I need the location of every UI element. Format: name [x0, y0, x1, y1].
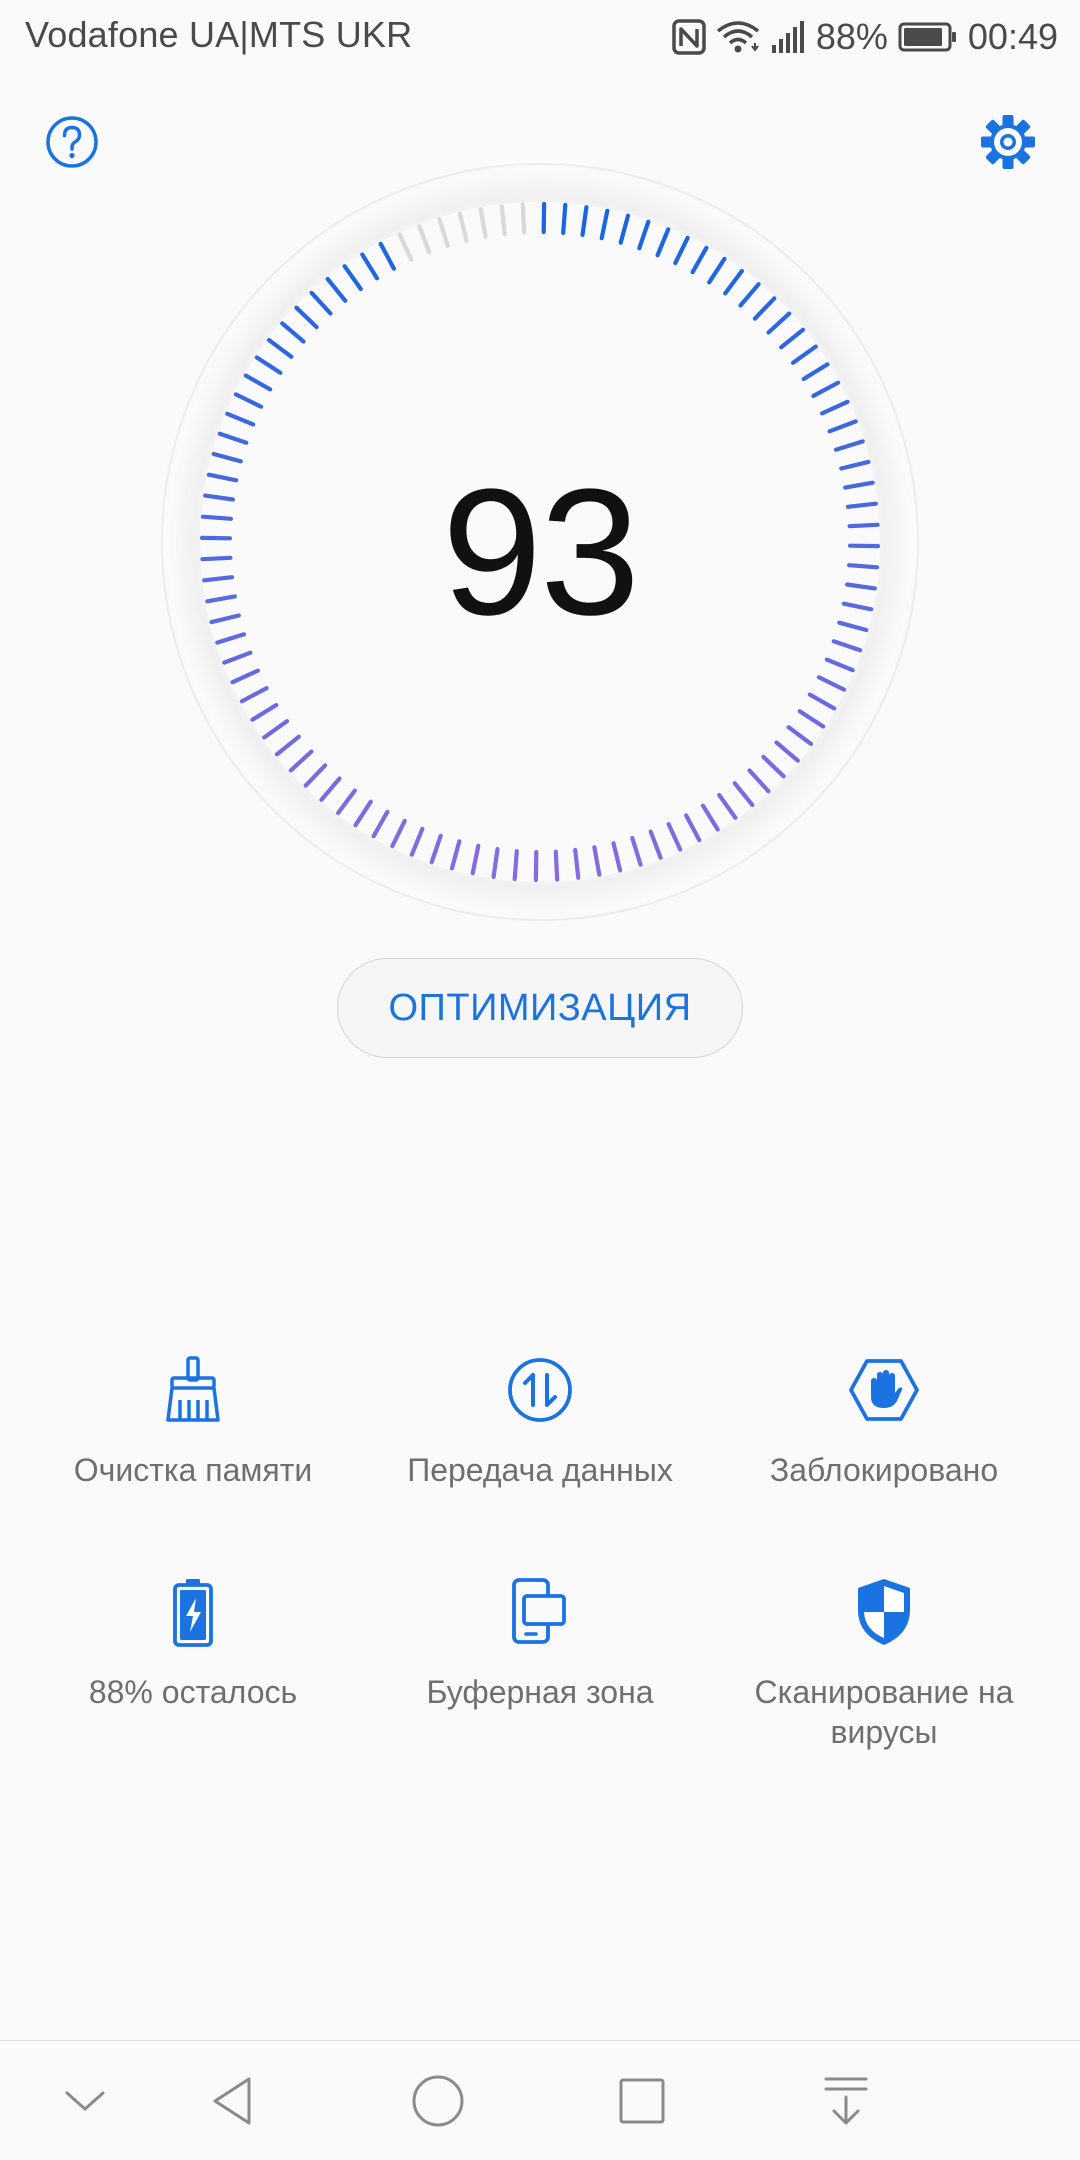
- feature-label: Передача данных: [407, 1452, 673, 1488]
- optimize-button[interactable]: ОПТИМИЗАЦИЯ: [337, 958, 743, 1058]
- nfc-icon: [672, 19, 706, 55]
- navigation-bar: [0, 2040, 1080, 2160]
- feature-label: Буферная зона: [426, 1674, 654, 1710]
- hide-nav-button[interactable]: [45, 2061, 125, 2141]
- data-transfer-icon: [490, 1340, 590, 1440]
- back-button[interactable]: [193, 2061, 273, 2141]
- phone-manager-screen: Vodafone UA|MTS UKR 88% 00:49 93 ОПТИМИЗ…: [0, 0, 1080, 2160]
- feature-blocked[interactable]: Заблокировано: [714, 1340, 1054, 1490]
- status-bar: Vodafone UA|MTS UKR 88% 00:49: [0, 0, 1080, 76]
- virus-scan-shield-icon: [834, 1562, 934, 1662]
- optimization-score: 93: [441, 451, 640, 653]
- broom-icon: [143, 1340, 243, 1440]
- feature-data-transfer[interactable]: Передача данных: [370, 1340, 710, 1490]
- feature-label: Сканирование на вирусы: [754, 1674, 1014, 1750]
- battery-percent: 88%: [815, 16, 888, 57]
- help-icon: [46, 116, 98, 168]
- back-icon: [213, 2077, 251, 2125]
- gear-icon: [981, 115, 1035, 169]
- carrier-name: Vodafone UA|MTS UKR: [25, 14, 413, 55]
- blocked-hand-icon: [834, 1340, 934, 1440]
- wifi-icon: [716, 19, 760, 55]
- feature-buffer-zone[interactable]: Буферная зона: [370, 1562, 710, 1712]
- signal-icon: [770, 19, 806, 55]
- battery-status-icon: [898, 21, 958, 53]
- feature-battery[interactable]: 88% осталось: [23, 1562, 363, 1712]
- chevron-down-icon: [65, 2091, 105, 2111]
- clock: 00:49: [967, 16, 1058, 57]
- optimization-score-gauge: 93: [160, 162, 920, 922]
- home-button[interactable]: [398, 2061, 478, 2141]
- feature-label: Очистка памяти: [73, 1452, 313, 1488]
- home-icon: [412, 2075, 464, 2127]
- battery-icon: [143, 1562, 243, 1662]
- feature-label: 88% осталось: [88, 1674, 298, 1710]
- notifications-button[interactable]: [806, 2061, 886, 2141]
- buffer-zone-icon: [490, 1562, 590, 1662]
- feature-label: Заблокировано: [769, 1452, 999, 1488]
- feature-memory-cleanup[interactable]: Очистка памяти: [23, 1340, 363, 1490]
- recents-icon: [619, 2078, 665, 2124]
- help-button[interactable]: [42, 112, 102, 172]
- feature-virus-scan[interactable]: Сканирование на вирусы: [714, 1562, 1054, 1752]
- notifications-pull-icon: [824, 2077, 868, 2125]
- settings-button[interactable]: [978, 112, 1038, 172]
- recents-button[interactable]: [602, 2061, 682, 2141]
- status-icons: 88% 00:49: [672, 12, 1058, 62]
